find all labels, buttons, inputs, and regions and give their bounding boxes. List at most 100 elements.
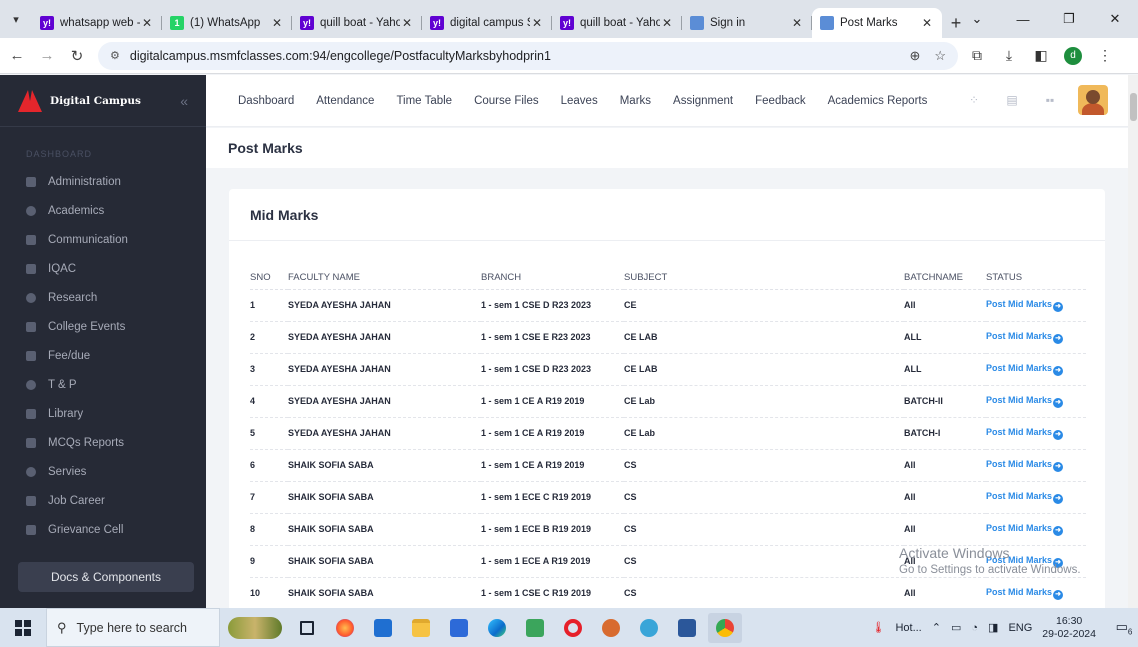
weather-text[interactable]: Hot... — [895, 622, 921, 634]
nav-leaves[interactable]: Leaves — [561, 95, 598, 107]
browser-tab[interactable]: y! quill boat - Yaho ✕ — [292, 8, 422, 38]
bookmark-star-icon[interactable]: ☆ — [934, 48, 946, 64]
browser-tab[interactable]: y! digital campus S ✕ — [422, 8, 552, 38]
taskbar-search-box[interactable]: ⚲ Type here to search — [46, 608, 220, 647]
nav-dashboard[interactable]: Dashboard — [238, 95, 294, 107]
taskbar-app-custom[interactable] — [224, 613, 286, 643]
download-icon[interactable]: ⤓ — [996, 43, 1022, 69]
close-tab-icon[interactable]: ✕ — [400, 16, 414, 30]
browser-tab[interactable]: Post Marks ✕ — [812, 8, 942, 38]
nav-time-table[interactable]: Time Table — [396, 95, 452, 107]
start-button[interactable] — [0, 608, 46, 647]
address-bar[interactable]: ⚙ digitalcampus.msmfclasses.com:94/engco… — [98, 41, 958, 70]
file-explorer-icon[interactable] — [404, 613, 438, 643]
site-info-icon[interactable]: ⚙ — [110, 49, 120, 62]
post-mid-marks-link[interactable]: Post Mid Marks ➜ — [986, 427, 1064, 440]
sidebar-item-library[interactable]: Library — [0, 399, 206, 428]
table-row: 1 SYEDA AYESHA JAHAN 1 - sem 1 CSE D R23 2… — [250, 289, 1086, 322]
close-tab-icon[interactable]: ✕ — [920, 16, 934, 30]
sno-cell: 9 — [250, 545, 288, 578]
mail-icon[interactable] — [366, 613, 400, 643]
firefox-icon[interactable] — [328, 613, 362, 643]
forward-button[interactable]: → — [34, 43, 60, 69]
side-panel-icon[interactable]: ◧ — [1028, 43, 1054, 69]
apps-icon[interactable]: ⁘ — [960, 93, 988, 107]
extensions-icon[interactable]: ⧉ — [964, 43, 990, 69]
user-avatar[interactable] — [1078, 85, 1108, 115]
nav-feedback[interactable]: Feedback — [755, 95, 806, 107]
post-mid-marks-link[interactable]: Post Mid Marks ➜ — [986, 523, 1064, 536]
docs-components-button[interactable]: Docs & Components — [18, 562, 194, 592]
sidebar-item-administration[interactable]: Administration — [0, 167, 206, 196]
volume-icon[interactable]: ◨ — [988, 621, 998, 634]
sidebar-item-fee-due[interactable]: Fee/due — [0, 341, 206, 370]
close-window-button[interactable]: ✕ — [1092, 0, 1138, 38]
sidebar-item-servies[interactable]: Servies — [0, 457, 206, 486]
word-icon[interactable] — [670, 613, 704, 643]
collapse-sidebar-icon[interactable]: « — [180, 93, 188, 109]
photos-icon[interactable] — [518, 613, 552, 643]
reload-button[interactable]: ↻ — [64, 43, 90, 69]
close-tab-icon[interactable]: ✕ — [530, 16, 544, 30]
browser-tab[interactable]: y! whatsapp web - ✕ — [32, 8, 162, 38]
notification-center-button[interactable]: ▭6 — [1110, 619, 1138, 637]
close-tab-icon[interactable]: ✕ — [660, 16, 674, 30]
notification-count: 6 — [1127, 627, 1133, 637]
sidebar-item-job-career[interactable]: Job Career — [0, 486, 206, 515]
post-mid-marks-link[interactable]: Post Mid Marks ➜ — [986, 459, 1064, 472]
edge-icon[interactable] — [480, 613, 514, 643]
url-text[interactable]: digitalcampus.msmfclasses.com:94/engcoll… — [130, 49, 896, 63]
nav-academics-reports[interactable]: Academics Reports — [828, 95, 928, 107]
messages-icon[interactable]: ▤ — [998, 93, 1026, 107]
close-tab-icon[interactable]: ✕ — [790, 16, 804, 30]
sidebar-item-iqac[interactable]: IQAC — [0, 254, 206, 283]
chrome-icon[interactable] — [708, 612, 742, 643]
tab-search-button[interactable]: ▾ — [0, 0, 32, 38]
sidebar-item-t-p[interactable]: T & P — [0, 370, 206, 399]
sidebar-item-research[interactable]: Research — [0, 283, 206, 312]
browser-menu-icon[interactable]: ⋮ — [1092, 43, 1118, 69]
maximize-button[interactable]: ❐ — [1046, 0, 1092, 38]
post-mid-marks-link[interactable]: Post Mid Marks ➜ — [986, 491, 1064, 504]
page-scrollbar[interactable] — [1128, 75, 1138, 608]
grid-icon — [26, 176, 36, 187]
sidebar-item-communication[interactable]: Communication — [0, 225, 206, 254]
task-view-icon[interactable] — [290, 613, 324, 643]
close-tab-icon[interactable]: ✕ — [270, 16, 284, 30]
app-icon[interactable] — [594, 613, 628, 643]
store-icon[interactable] — [442, 613, 476, 643]
wifi-icon[interactable]: ◔ — [971, 622, 978, 634]
scrollbar-thumb[interactable] — [1130, 93, 1137, 121]
clock[interactable]: 16:30 29-02-2024 — [1042, 615, 1096, 641]
post-mid-marks-link[interactable]: Post Mid Marks ➜ — [986, 587, 1064, 600]
weather-icon[interactable]: 🌡 — [871, 621, 885, 634]
post-mid-marks-link[interactable]: Post Mid Marks ➜ — [986, 331, 1064, 344]
browser-tab[interactable]: 1 (1) WhatsApp ✕ — [162, 8, 292, 38]
grid-icon[interactable]: ▪▪ — [1036, 93, 1064, 107]
browser-tab[interactable]: Sign in ✕ — [682, 8, 812, 38]
nav-attendance[interactable]: Attendance — [316, 95, 374, 107]
back-button[interactable]: ← — [4, 43, 30, 69]
minimize-button[interactable]: — — [1000, 0, 1046, 38]
nav-assignment[interactable]: Assignment — [673, 95, 733, 107]
nav-course-files[interactable]: Course Files — [474, 95, 539, 107]
nav-marks[interactable]: Marks — [620, 95, 651, 107]
browser-tab[interactable]: y! quill boat - Yaho ✕ — [552, 8, 682, 38]
zoom-icon[interactable]: ⊕ — [909, 48, 920, 64]
opera-icon[interactable] — [556, 613, 590, 643]
sidebar-item-grievance-cell[interactable]: Grievance Cell — [0, 515, 206, 544]
network-icon[interactable]: ▭ — [951, 621, 961, 634]
chevron-up-icon[interactable]: ⌃ — [932, 621, 941, 634]
post-mid-marks-link[interactable]: Post Mid Marks ➜ — [986, 299, 1064, 312]
sidebar-item-college-events[interactable]: College Events — [0, 312, 206, 341]
sidebar-item-mcqs-reports[interactable]: MCQs Reports — [0, 428, 206, 457]
app-icon[interactable] — [632, 613, 666, 643]
avatar: d — [1064, 46, 1082, 65]
close-tab-icon[interactable]: ✕ — [140, 16, 154, 30]
chevron-down-icon[interactable]: ⌄ — [954, 0, 1000, 38]
language-indicator[interactable]: ENG — [1008, 622, 1032, 634]
sidebar-item-academics[interactable]: Academics — [0, 196, 206, 225]
post-mid-marks-link[interactable]: Post Mid Marks ➜ — [986, 363, 1064, 376]
post-mid-marks-link[interactable]: Post Mid Marks ➜ — [986, 395, 1064, 408]
profile-button[interactable]: d — [1060, 43, 1086, 69]
